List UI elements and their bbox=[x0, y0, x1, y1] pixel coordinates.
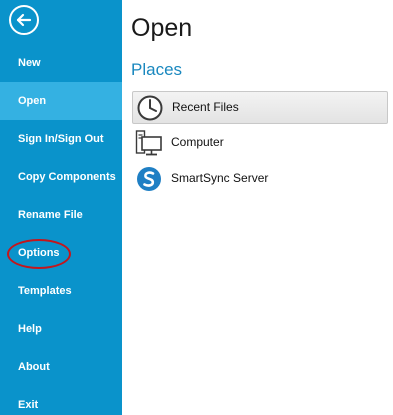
app-window: New Open Sign In/Sign Out Copy Component… bbox=[0, 0, 393, 415]
place-computer[interactable]: Computer bbox=[132, 127, 388, 160]
sidebar: New Open Sign In/Sign Out Copy Component… bbox=[0, 0, 122, 415]
page-title: Open bbox=[131, 14, 193, 42]
sidebar-item-rename-file[interactable]: Rename File bbox=[0, 196, 122, 234]
sidebar-item-about[interactable]: About bbox=[0, 348, 122, 386]
back-arrow-icon bbox=[16, 13, 32, 27]
place-label: SmartSync Server bbox=[171, 171, 269, 185]
section-title-places: Places bbox=[131, 60, 183, 79]
place-label: Computer bbox=[171, 135, 224, 149]
sidebar-item-copy-components[interactable]: Copy Components bbox=[0, 158, 122, 196]
sidebar-item-options[interactable]: Options bbox=[0, 234, 122, 272]
sidebar-item-sign-in-out[interactable]: Sign In/Sign Out bbox=[0, 120, 122, 158]
clock-icon bbox=[137, 95, 163, 121]
sidebar-item-exit[interactable]: Exit bbox=[0, 386, 122, 415]
smartsync-logo-icon bbox=[137, 167, 161, 191]
sidebar-item-help[interactable]: Help bbox=[0, 310, 122, 348]
place-smartsync-server[interactable]: SmartSync Server bbox=[132, 163, 388, 196]
sidebar-item-open[interactable]: Open bbox=[0, 82, 122, 120]
place-recent-files[interactable]: Recent Files bbox=[132, 91, 388, 124]
sidebar-item-templates[interactable]: Templates bbox=[0, 272, 122, 310]
computer-icon bbox=[135, 130, 162, 156]
sidebar-item-new[interactable]: New bbox=[0, 44, 122, 82]
main-panel: Open Places Recent Files Computer SmartS… bbox=[122, 0, 393, 415]
back-button[interactable] bbox=[9, 5, 39, 35]
place-label: Recent Files bbox=[172, 100, 239, 114]
